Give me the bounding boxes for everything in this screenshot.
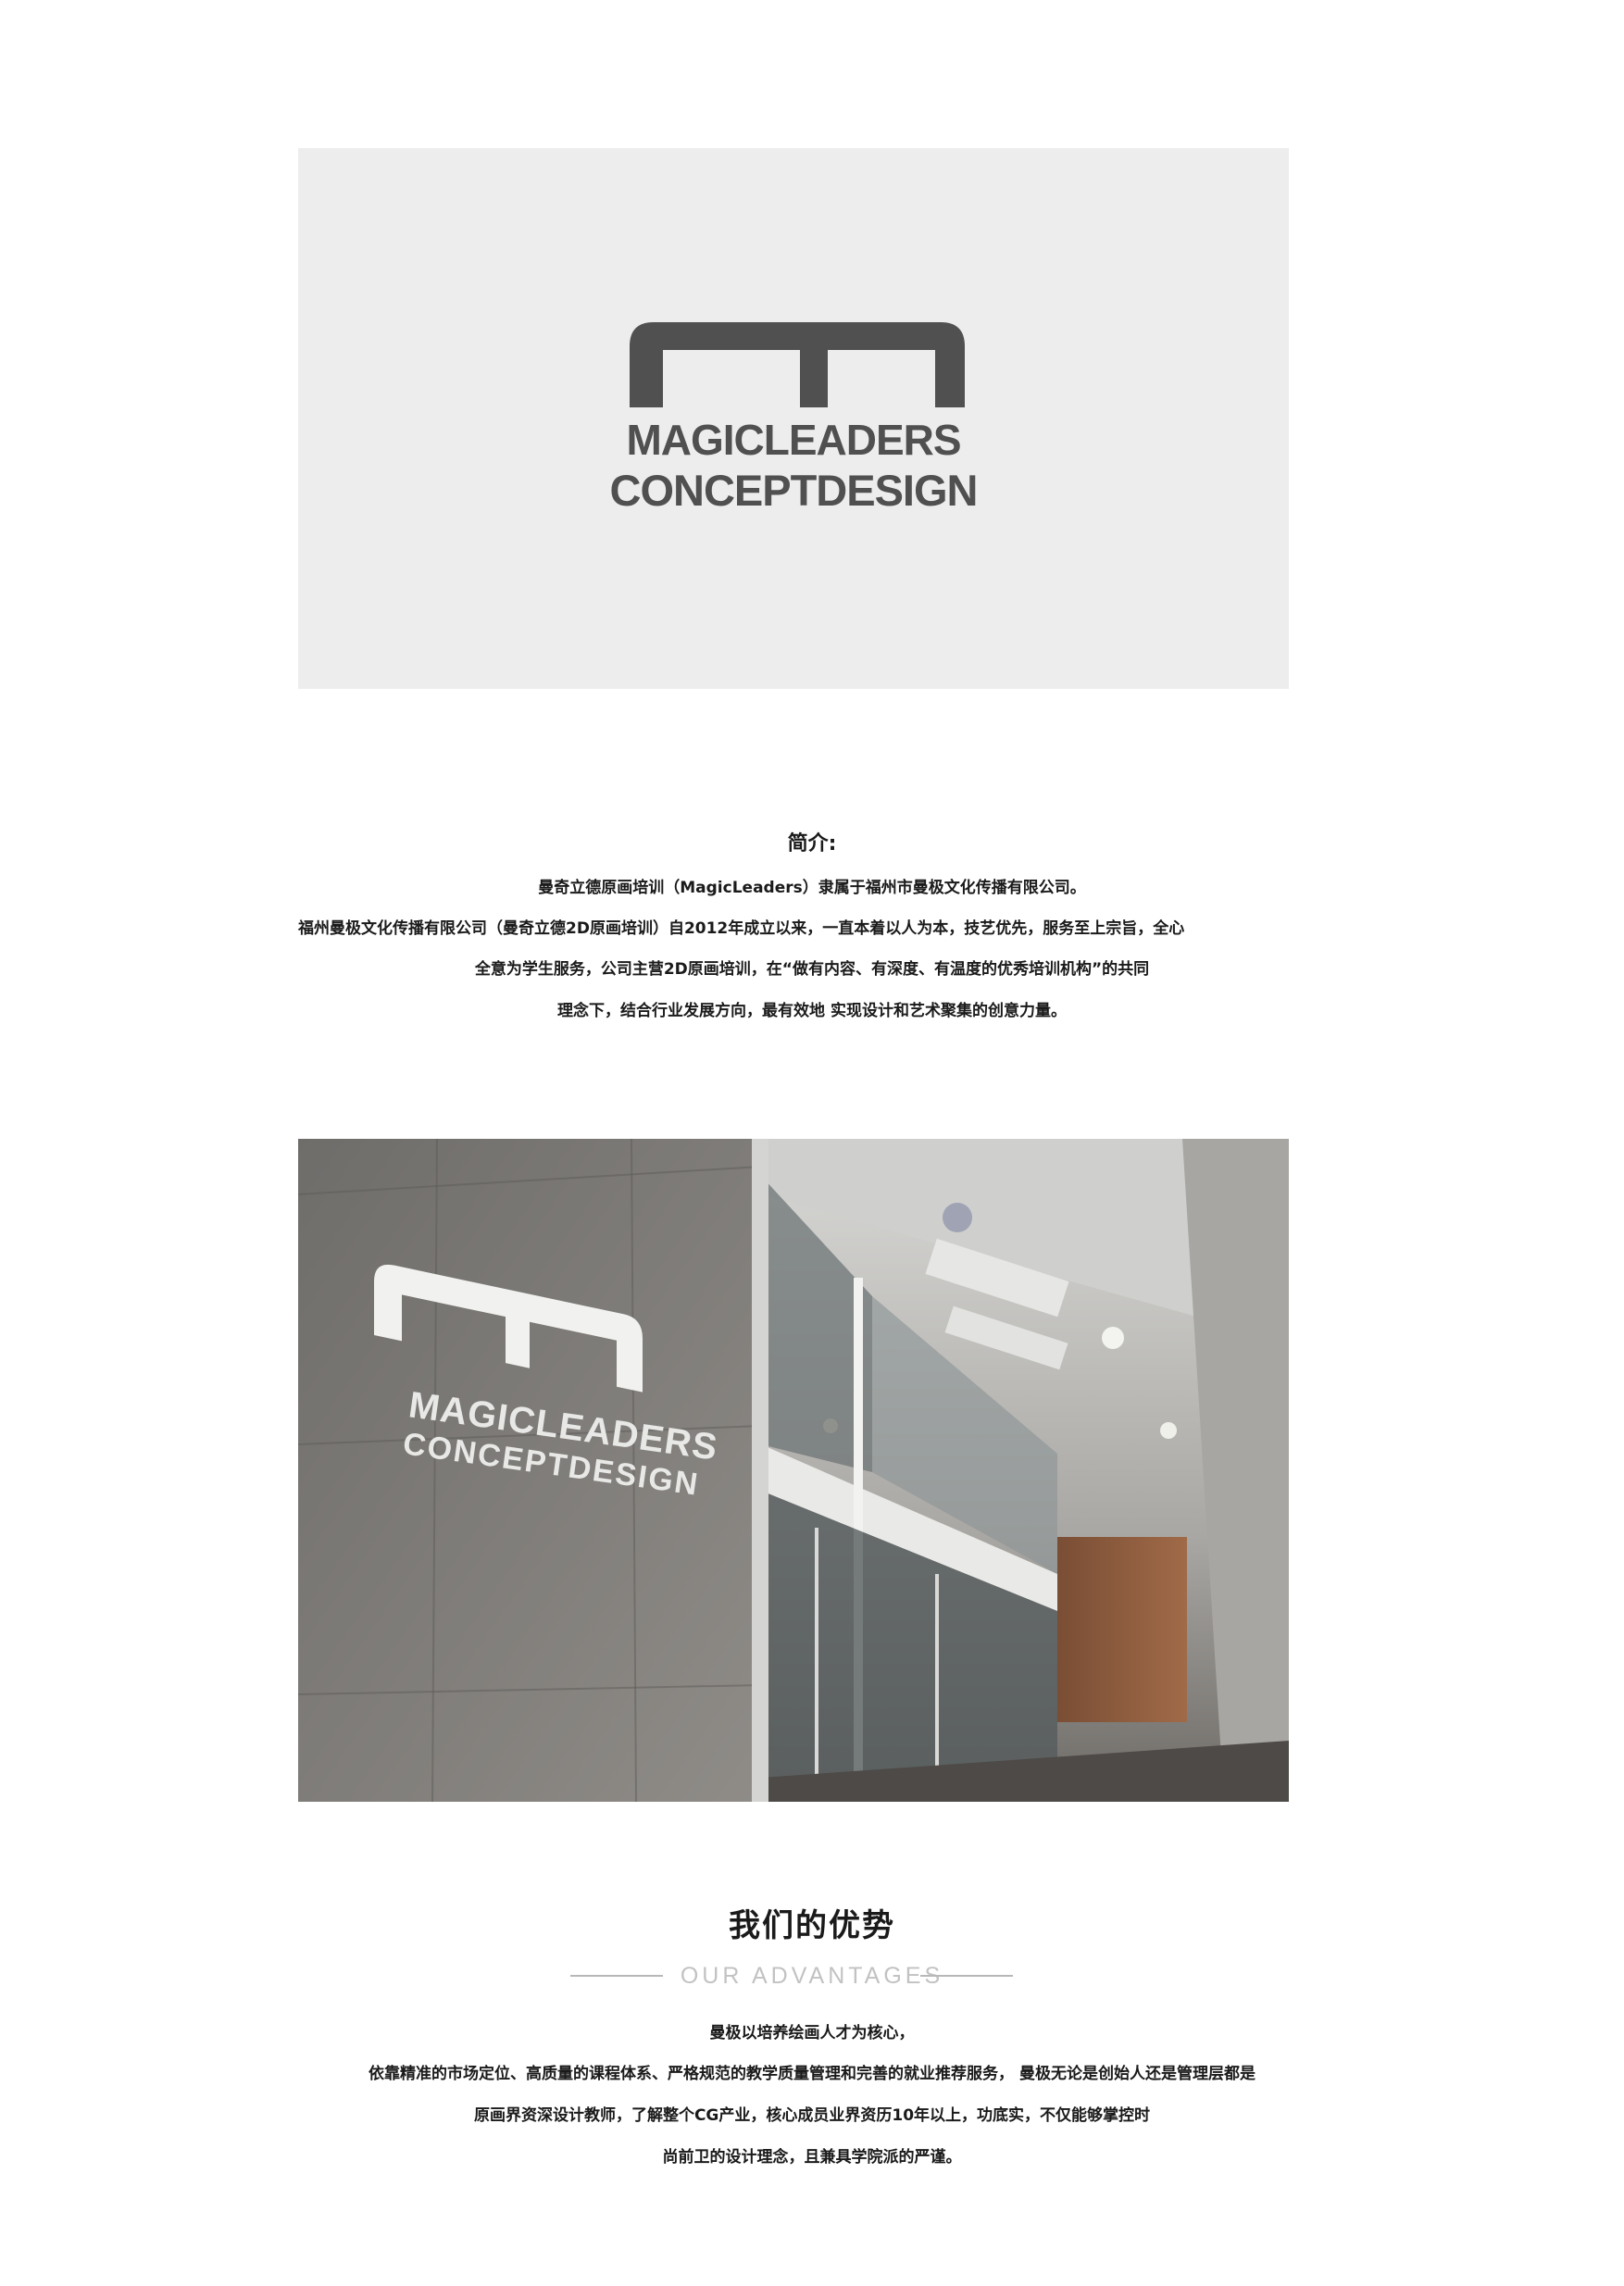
advantages-paragraph-line: 依靠精准的市场定位、高质量的课程体系、严格规范的教学质量管理和完善的就业推荐服务… [369,2065,1255,2083]
advantages-subtitle: OUR ADVANTAGES [680,1963,944,1989]
logo-wordmark-line2: CONCEPTDESIGN [609,466,979,515]
advantages-title: 我们的优势 [729,1907,895,1944]
magicleaders-m-mark-icon [630,322,965,407]
intro-paragraph-line: 福州曼极文化传播有限公司（曼奇立德2D原画培训）自2012年成立以来，一直本着以… [298,919,1185,938]
intro-paragraph-line: 曼奇立德原画培训（MagicLeaders）隶属于福州市曼极文化传播有限公司。 [538,879,1086,897]
advantages-paragraph-line: 原画界资深设计教师，了解整个CG产业，核心成员业界资历10年以上，功底实，不仅能… [473,2106,1151,2125]
logo-wordmark-line1: MAGICLEADERS [626,416,961,464]
subtitle-divider-right [920,1975,1013,1977]
intro-heading: 简介: [787,832,837,856]
intro-paragraph-line: 理念下，结合行业发展方向，最有效地 实现设计和艺术聚集的创意力量。 [557,1002,1067,1020]
advantages-paragraph-line: 尚前卫的设计理念，且兼具学院派的严谨。 [662,2148,962,2167]
intro-paragraph-line: 全意为学生服务，公司主营2D原画培训，在“做有内容、有深度、有温度的优秀培训机构… [474,960,1150,979]
advantages-paragraph-line: 曼极以培养绘画人才为核心， [709,2024,915,2042]
logo-panel: MAGICLEADERS CONCEPTDESIGN [298,148,1289,689]
studio-interior-photo: MAGICLEADERS CONCEPTDESIGN [298,1139,1289,1802]
